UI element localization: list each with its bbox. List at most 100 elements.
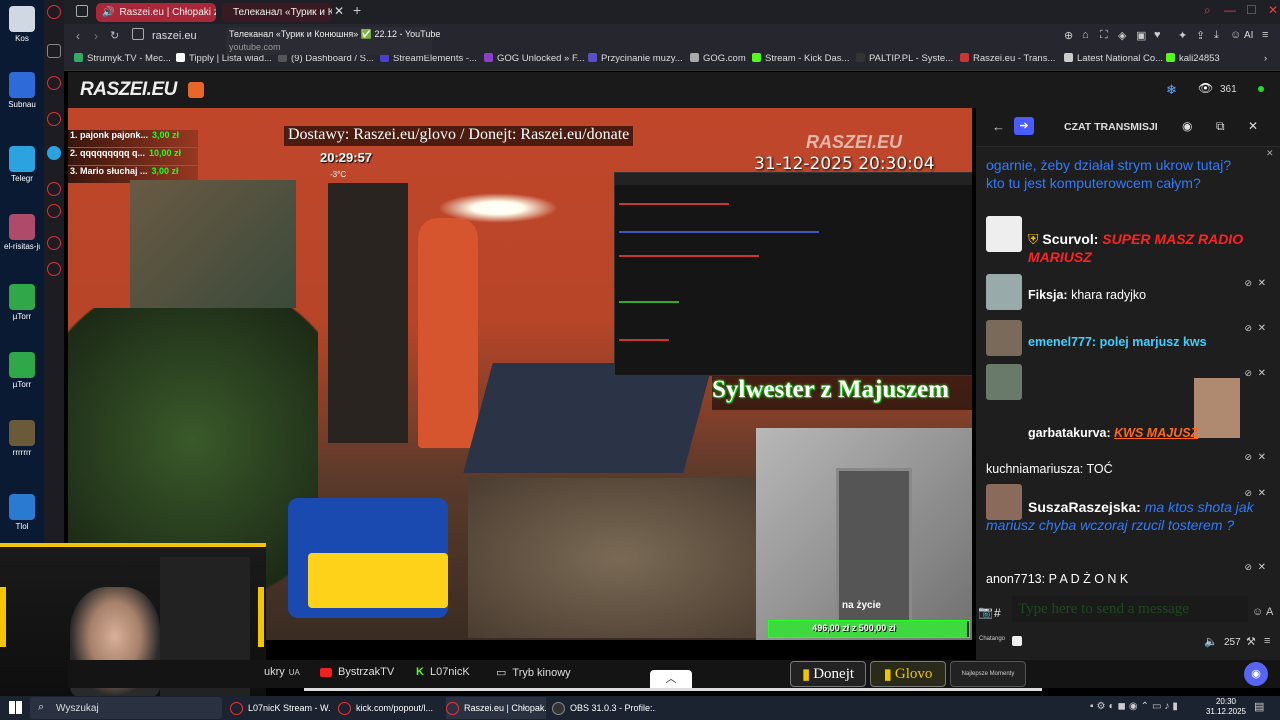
workspaces-icon[interactable] — [47, 44, 61, 58]
maximize-icon[interactable]: ☐ — [1246, 3, 1257, 17]
bookmark-item[interactable]: Przycinanie muzy... — [588, 53, 683, 64]
chat-input[interactable]: Type here to send a message — [1012, 596, 1248, 622]
delete-message-icon[interactable]: ✕ — [1258, 368, 1266, 379]
chevron-up-icon[interactable]: ︿ — [650, 670, 692, 688]
back-arrow-icon[interactable]: ← — [992, 119, 1005, 134]
menu-icon[interactable]: ≡ — [1262, 29, 1268, 41]
taskbar-item[interactable]: L07nicK Stream - W... — [230, 697, 330, 719]
bookmark-item[interactable]: GOG Unlocked » F... — [484, 53, 585, 64]
tray-icons[interactable]: ▪⚙◐◼◉⌃▭♪▮ — [1090, 701, 1181, 712]
bookmark-item[interactable]: Latest National Co... — [1064, 53, 1163, 64]
discord-icon[interactable]: ◉ — [1244, 662, 1268, 686]
mute-user-icon[interactable]: ⊘ — [1244, 452, 1252, 463]
ukry-button[interactable]: ukry UA — [264, 666, 300, 678]
app-badge-icon[interactable] — [188, 82, 204, 98]
sidebar-app-icon[interactable] — [47, 236, 61, 250]
close-window-icon[interactable]: ✕ — [1268, 3, 1278, 17]
forward-arrow-icon[interactable]: ➔ — [1014, 117, 1034, 135]
shield-icon[interactable]: ◈ — [1118, 29, 1126, 42]
mute-user-icon[interactable]: ⊘ — [1244, 278, 1252, 289]
history-icon[interactable] — [47, 204, 61, 218]
ai-button[interactable]: AI — [1244, 30, 1253, 41]
taskbar-search[interactable]: ⌕ Wyszukaj — [30, 697, 222, 719]
close-overlay-icon[interactable]: ✕ — [1266, 148, 1274, 159]
site-logo[interactable]: RASZEI.EU — [80, 79, 177, 101]
bookmarks-more-icon[interactable]: › — [1264, 53, 1267, 64]
desktop-shortcut[interactable]: el-risitas-ju — [4, 214, 40, 251]
heart-icon[interactable]: ♥ — [1154, 29, 1161, 41]
bookmark-item[interactable]: Raszei.eu - Trans... — [960, 53, 1055, 64]
delete-message-icon[interactable]: ✕ — [1258, 452, 1266, 463]
taskbar-item[interactable]: OBS 31.0.3 - Profile:... — [552, 697, 656, 719]
desktop-shortcut[interactable]: Subnau — [4, 72, 40, 109]
taskbar-item[interactable]: Raszei.eu | Chłopak... — [446, 697, 546, 719]
mute-user-icon[interactable]: ⊘ — [1244, 323, 1252, 334]
donejt-button[interactable]: ▮ Donejt — [790, 661, 866, 687]
delete-message-icon[interactable]: ✕ — [1258, 323, 1266, 334]
sidebar-app-icon[interactable] — [47, 262, 61, 276]
tab-menu-icon[interactable] — [76, 5, 88, 17]
opera-logo-icon[interactable] — [47, 5, 61, 19]
cinema-mode-button[interactable]: ▭ Tryb kinowy — [496, 666, 571, 680]
camera-icon[interactable]: 📷 — [978, 605, 993, 619]
best-moments-button[interactable]: Najlepsze Momenty — [950, 661, 1026, 687]
clock-widget[interactable]: 20:30 31.12.2025 — [1204, 697, 1248, 717]
mute-user-icon[interactable]: ⊘ — [1244, 368, 1252, 379]
delete-message-icon[interactable]: ✕ — [1258, 278, 1266, 289]
font-icon[interactable]: A — [1266, 606, 1273, 618]
bookmark-item[interactable]: Strumyk.TV - Mec... — [74, 53, 171, 64]
mute-user-icon[interactable]: ⊘ — [1244, 562, 1252, 573]
bookmark-item[interactable]: Stream - Kick Das... — [752, 53, 849, 64]
new-tab-button[interactable]: + — [353, 2, 361, 18]
hammer-icon[interactable]: ⚒ — [1246, 635, 1256, 648]
site-info-icon[interactable] — [132, 28, 144, 40]
desktop-shortcut[interactable]: µTorr — [4, 352, 40, 389]
search-icon[interactable]: ⌕ — [1204, 3, 1211, 18]
hashtag-icon[interactable]: # — [994, 606, 1001, 620]
forward-icon[interactable]: › — [94, 29, 98, 43]
chat-bubble-icon[interactable] — [1012, 636, 1022, 646]
discord-icon[interactable]: ◉ — [1182, 119, 1192, 133]
desktop-shortcut[interactable]: Telegr — [4, 146, 40, 183]
sidebar-app-icon[interactable] — [47, 76, 61, 90]
emoji-icon[interactable]: ☺ — [1252, 606, 1263, 618]
zoom-icon[interactable]: ⊕ — [1064, 29, 1073, 42]
desktop-shortcut[interactable]: Tlol — [4, 494, 40, 531]
desktop-shortcut[interactable]: Kos — [4, 6, 40, 43]
tab-raszei[interactable]: 🔊 Raszei.eu | Chłopaki z — [96, 3, 216, 22]
sidebar-app-icon[interactable] — [47, 182, 61, 196]
tab-youtube[interactable]: Телеканал «Турик и К — [222, 3, 332, 22]
minimize-icon[interactable]: — — [1224, 3, 1236, 17]
sidebar-app-icon[interactable] — [47, 146, 61, 160]
bookmark-item[interactable]: kali24853 — [1166, 53, 1220, 64]
l07nick-button[interactable]: K L07nicK — [416, 666, 470, 678]
mute-user-icon[interactable]: ⊘ — [1244, 488, 1252, 499]
download-icon[interactable]: ⤓ — [1214, 29, 1219, 42]
taskbar-item[interactable]: kick.com/popout/l... — [338, 697, 438, 719]
snowflake-icon[interactable]: ❄ — [1166, 82, 1177, 98]
bookmark-item[interactable]: GOG.com — [690, 53, 746, 64]
profile-icon[interactable]: ☺ — [1230, 29, 1241, 41]
delete-message-icon[interactable]: ✕ — [1258, 488, 1266, 499]
bystrzaktv-button[interactable]: BystrzakTV — [320, 666, 394, 678]
desktop-shortcut[interactable]: µTorr — [4, 284, 40, 321]
popout-icon[interactable]: ⧉ — [1216, 119, 1225, 134]
volume-icon[interactable]: 🔈 — [1204, 635, 1218, 648]
pin-icon[interactable]: ⌂ — [1082, 29, 1089, 41]
delete-message-icon[interactable]: ✕ — [1258, 562, 1266, 573]
glovo-button[interactable]: ▮ Glovo — [870, 661, 946, 687]
chat-menu-icon[interactable]: ≡ — [1264, 635, 1270, 647]
close-chat-icon[interactable]: ✕ — [1248, 119, 1258, 133]
back-icon[interactable]: ‹ — [76, 29, 80, 43]
sidebar-app-icon[interactable] — [47, 112, 61, 126]
page-scrollbar[interactable] — [304, 688, 1042, 691]
close-tab-icon[interactable]: ✕ — [334, 4, 344, 18]
reload-icon[interactable]: ↻ — [110, 29, 119, 42]
camera-icon[interactable]: ▣ — [1136, 29, 1146, 42]
windows-start-icon[interactable] — [9, 701, 22, 714]
extensions-icon[interactable]: ✦ — [1178, 29, 1187, 42]
desktop-shortcut[interactable]: rrrrrrr — [4, 420, 40, 457]
screenshot-icon[interactable]: ⛶ — [1100, 29, 1108, 42]
url-field[interactable]: raszei.eu — [152, 30, 197, 42]
share-icon[interactable]: ⇪ — [1196, 29, 1205, 42]
